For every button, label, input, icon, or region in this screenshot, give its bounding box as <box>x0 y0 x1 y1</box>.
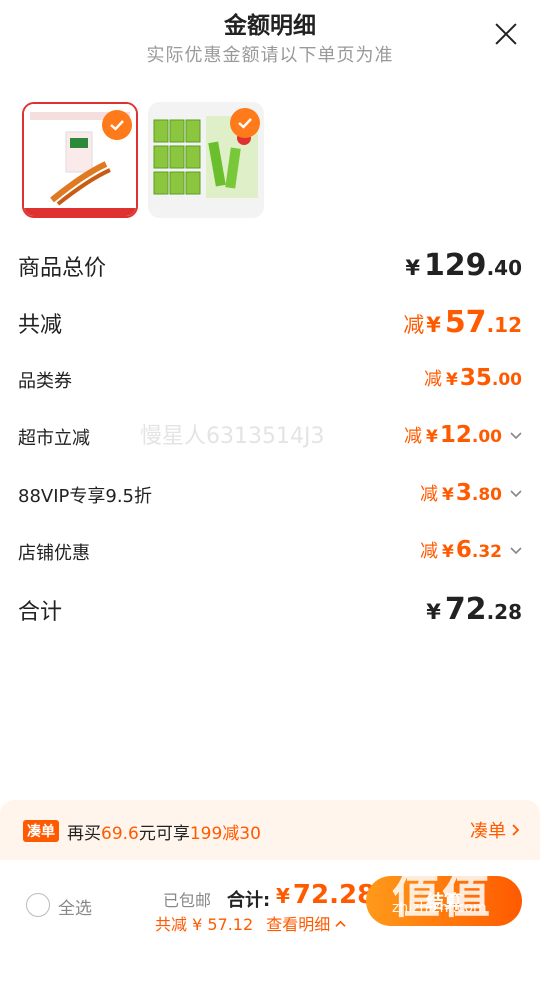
amount-integer: 3 <box>455 480 472 506</box>
currency-symbol: ¥ <box>446 370 458 390</box>
amount-decimal: .80 <box>471 485 502 505</box>
chevron-down-icon[interactable] <box>510 544 522 556</box>
view-details-label: 查看明细 <box>266 915 331 934</box>
row-label: 共减 <box>18 313 63 338</box>
amount-decimal: .12 <box>486 313 522 337</box>
currency-symbol: ¥ <box>405 256 420 280</box>
currency-symbol: ¥ <box>426 600 441 624</box>
total-amount: ¥ 72.28 <box>276 880 375 910</box>
reduction-summary: 共减 ¥ 57.12 查看明细 <box>155 911 347 935</box>
row-label: 88VIP专享9.5折 <box>18 486 153 507</box>
select-all-label[interactable]: 全选 <box>58 894 92 919</box>
amount-integer: 72 <box>444 592 487 627</box>
amount-integer: 35 <box>459 365 492 391</box>
promo-offer: 199减30 <box>189 824 261 844</box>
reduce-prefix: 减 <box>424 369 443 390</box>
chevron-down-icon[interactable] <box>510 487 522 499</box>
reduce-prefix: 减 <box>404 426 423 447</box>
amount-decimal: .32 <box>471 542 502 562</box>
add-on-button-label: 凑单 <box>470 821 506 842</box>
amount-decimal: .00 <box>491 370 522 390</box>
product-thumbnail-1[interactable] <box>22 102 138 218</box>
reduce-prefix: 减 <box>420 541 439 562</box>
row-shop-discount[interactable]: 店铺优惠 减 ¥ 6 .32 <box>18 537 522 577</box>
page-subtitle: 实际优惠金额请以下单页为准 <box>146 45 394 66</box>
amount-decimal: .28 <box>486 600 522 624</box>
select-all-radio[interactable] <box>26 893 50 917</box>
site-watermark-logo: 值值值 <box>392 868 493 994</box>
reduce-prefix: 减 <box>403 313 425 337</box>
free-shipping-label: 已包邮 <box>163 891 212 910</box>
amount-integer: 57 <box>444 305 487 340</box>
row-amount: 减 ¥ 35 .00 <box>424 365 522 391</box>
add-on-badge: 凑单 <box>23 820 59 842</box>
checked-icon[interactable] <box>230 108 260 138</box>
view-details-link[interactable]: 查看明细 <box>266 915 347 934</box>
reduce-prefix: 减 <box>420 484 439 505</box>
amount-integer: 6 <box>455 537 472 563</box>
currency-symbol: ¥ <box>442 485 454 505</box>
promo-text: 再买 <box>67 824 101 844</box>
checked-icon[interactable] <box>102 110 132 140</box>
page-title: 金额明细 <box>224 13 316 39</box>
row-label: 品类券 <box>18 371 72 392</box>
amount-integer: 129 <box>423 248 487 283</box>
row-amount: 减 ¥ 3 .80 <box>420 480 522 506</box>
row-label: 超市立减 <box>18 428 90 449</box>
row-label: 合计 <box>18 600 63 625</box>
product-thumbnail-2[interactable] <box>148 102 264 218</box>
row-label: 店铺优惠 <box>18 543 90 564</box>
total-value: 72.28 <box>292 880 376 910</box>
amount-integer: 12 <box>439 422 472 448</box>
chevron-up-icon <box>335 920 347 927</box>
row-goods-total: 商品总价 ¥ 129 .40 <box>18 248 522 288</box>
row-grand-total: 合计 ¥ 72 .28 <box>18 592 522 632</box>
total-label: 合计: <box>227 890 271 911</box>
chevron-right-icon <box>512 824 520 836</box>
promo-message: 再买69.6元可享199减30 <box>67 819 261 844</box>
row-total-reduction: 共减 减 ¥ 57 .12 <box>18 305 522 345</box>
row-label: 商品总价 <box>18 256 107 281</box>
close-icon[interactable] <box>492 20 520 48</box>
row-amount: 减 ¥ 57 .12 <box>403 305 522 340</box>
amount-decimal: .00 <box>471 427 502 447</box>
currency-symbol: ¥ <box>442 542 454 562</box>
promo-text: 元可享 <box>138 824 190 844</box>
currency-symbol: ¥ <box>426 427 438 447</box>
row-amount: ¥ 72 .28 <box>426 592 522 627</box>
chevron-down-icon[interactable] <box>510 429 522 441</box>
row-category-coupon: 品类券 减 ¥ 35 .00 <box>18 365 522 405</box>
site-watermark-domain: zhizhizhi.com <box>392 900 487 916</box>
promo-amount: 69.6 <box>101 824 139 844</box>
add-on-button[interactable]: 凑单 <box>470 817 522 843</box>
currency-symbol: ¥ <box>276 884 290 908</box>
currency-symbol: ¥ <box>426 313 441 337</box>
row-88vip-discount[interactable]: 88VIP专享9.5折 减 ¥ 3 .80 <box>18 480 522 520</box>
row-amount: 减 ¥ 6 .32 <box>420 537 522 563</box>
user-watermark: 慢星人6313514J3 <box>140 424 325 449</box>
reduction-text: 共减 ¥ 57.12 <box>155 915 254 934</box>
row-amount: ¥ 129 .40 <box>405 248 522 283</box>
add-on-promo-bar: 凑单 再买69.6元可享199减30 凑单 <box>0 800 540 860</box>
amount-decimal: .40 <box>486 256 522 280</box>
row-amount: 减 ¥ 12 .00 <box>404 422 522 448</box>
